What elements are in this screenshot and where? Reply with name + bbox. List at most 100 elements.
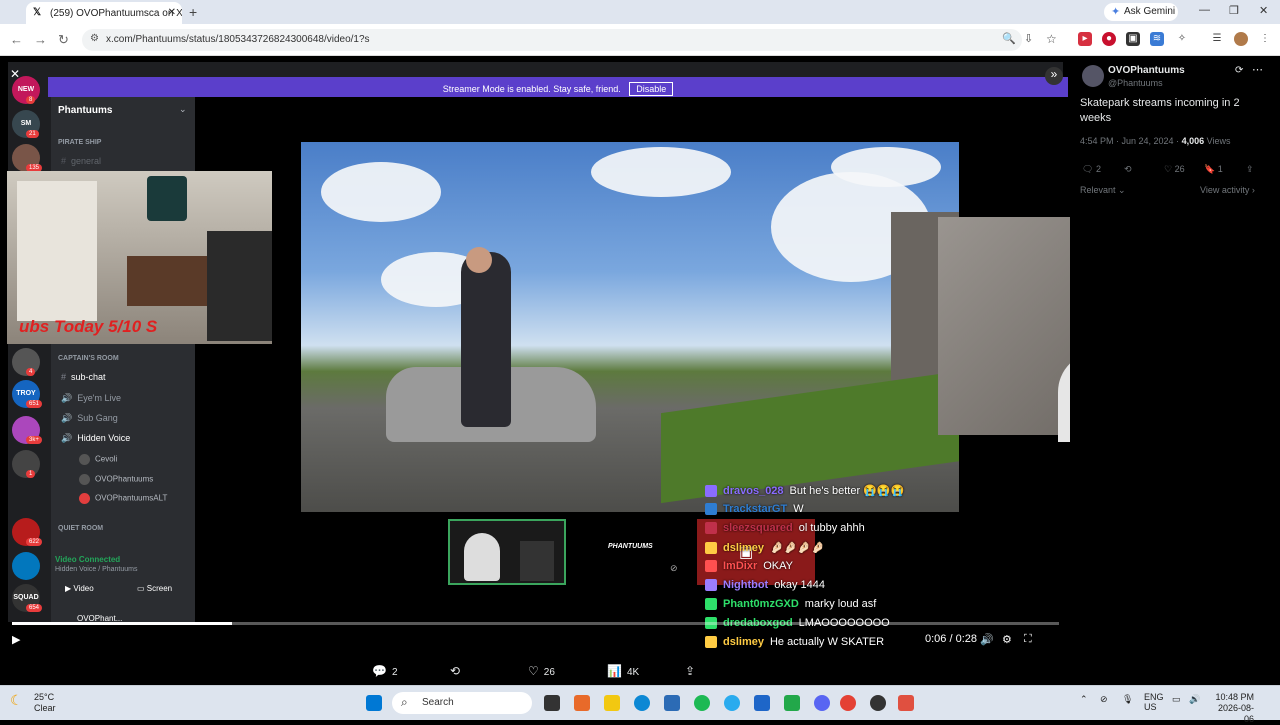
participant-thumbnail[interactable]: [448, 519, 566, 585]
play-icon[interactable]: ▶: [12, 633, 20, 646]
language-indicator[interactable]: ENG US: [1144, 692, 1164, 712]
menu-icon[interactable]: ⋮: [1258, 32, 1272, 46]
category-captain[interactable]: CAPTAIN'S ROOM: [58, 355, 119, 362]
expand-icon[interactable]: »: [1045, 67, 1063, 85]
taskbar-search[interactable]: ⌕ Search: [392, 692, 532, 714]
extension-icon[interactable]: ▣: [1126, 32, 1140, 46]
close-window-icon[interactable]: ✕: [1259, 4, 1268, 17]
speaker-icon[interactable]: 🔊: [1189, 694, 1200, 705]
grok-icon[interactable]: ⟳: [1235, 65, 1243, 76]
voice-user[interactable]: OVOPhantuumsALT: [79, 493, 167, 504]
video-progress-bar[interactable]: [12, 622, 1059, 625]
extensions-puzzle-icon[interactable]: ✧: [1175, 32, 1189, 46]
share-button[interactable]: ⇪: [685, 664, 700, 678]
chat-username[interactable]: Phant0mzGXD: [723, 598, 799, 610]
server-icon[interactable]: [12, 552, 40, 580]
sort-dropdown[interactable]: Relevant ⌄: [1080, 185, 1126, 196]
ask-gemini-button[interactable]: ✦ Ask Gemini: [1104, 3, 1178, 21]
views-button[interactable]: 📊 4K: [607, 664, 639, 678]
chevron-up-icon[interactable]: ⌃: [1080, 694, 1088, 705]
maximize-icon[interactable]: ❐: [1229, 4, 1239, 17]
chat-username[interactable]: dslimey: [723, 542, 764, 554]
channel-subgang[interactable]: 🔊 Sub Gang: [61, 413, 118, 424]
fullscreen-icon[interactable]: ⛶: [1024, 633, 1032, 646]
url-field[interactable]: ⚙ x.com/Phantuums/status/180534372682430…: [82, 29, 1022, 51]
repost-icon[interactable]: ⟲: [1124, 164, 1132, 175]
site-info-icon[interactable]: ⚙: [90, 33, 99, 44]
spotify-icon[interactable]: [694, 695, 710, 711]
display-icon[interactable]: ▭: [1172, 694, 1181, 705]
bookmark-star-icon[interactable]: ☆: [1046, 32, 1057, 46]
forward-icon[interactable]: →: [34, 32, 47, 47]
disable-button[interactable]: Disable: [629, 82, 674, 96]
chat-username[interactable]: dslimey: [723, 636, 764, 648]
avatar[interactable]: [1082, 65, 1104, 87]
category-quiet[interactable]: QUIET ROOM: [58, 525, 103, 532]
extension-icon[interactable]: ●: [1102, 32, 1116, 46]
channel-eyemlive[interactable]: 🔊 Eye'm Live: [61, 393, 121, 404]
like-count[interactable]: ♡ 26: [1164, 164, 1185, 175]
minimize-icon[interactable]: —: [1199, 4, 1210, 16]
reply-button[interactable]: 💬 2: [372, 664, 398, 678]
tweet-text: Skatepark streams incoming in 2 weeks: [1080, 97, 1240, 124]
chrome-icon[interactable]: [840, 695, 856, 711]
view-activity-link[interactable]: View activity ›: [1200, 185, 1255, 195]
tweet-author-handle[interactable]: @Phantuums: [1108, 78, 1163, 88]
app-icon[interactable]: [664, 695, 680, 711]
network-icon[interactable]: ⊘: [1100, 694, 1108, 705]
mic-icon[interactable]: 🎙: [1122, 694, 1133, 705]
chat-username[interactable]: dravos_028: [723, 485, 784, 497]
extension-icon[interactable]: ≋: [1150, 32, 1164, 46]
zoom-icon[interactable]: 🔍: [1002, 32, 1016, 45]
chat-username[interactable]: sleezsquared: [723, 522, 793, 534]
extension-icon[interactable]: ▸: [1078, 32, 1092, 46]
tweet-author-name[interactable]: OVOPhantuums: [1108, 65, 1185, 76]
channel-subchat[interactable]: # sub-chat: [61, 372, 106, 382]
discord-icon[interactable]: [814, 695, 830, 711]
app-icon[interactable]: [870, 695, 886, 711]
channel-hidden-voice[interactable]: 🔊 Hidden Voice: [61, 433, 130, 444]
app-icon[interactable]: [754, 695, 770, 711]
video-button[interactable]: ▶ Video: [65, 584, 94, 593]
reply-count[interactable]: 🗨 2: [1082, 164, 1101, 175]
telegram-icon[interactable]: [724, 695, 740, 711]
voice-user[interactable]: OVOPhantuums: [79, 474, 153, 485]
more-icon[interactable]: ⋯: [1252, 63, 1263, 76]
volume-icon[interactable]: 🔊: [980, 633, 994, 646]
chat-username[interactable]: TrackstarGT: [723, 503, 787, 515]
bookmark-count[interactable]: 🔖 1: [1204, 164, 1223, 175]
reading-list-icon[interactable]: ☰: [1210, 32, 1224, 46]
server-name[interactable]: Phantuums: [58, 105, 112, 116]
profile-avatar[interactable]: [1234, 32, 1248, 46]
like-button[interactable]: ♡ 26: [528, 664, 555, 678]
share-icon[interactable]: ⇪: [1246, 164, 1254, 175]
start-icon[interactable]: [366, 695, 382, 711]
video-player[interactable]: Streamer Mode is enabled. Stay safe, fri…: [0, 57, 1070, 685]
chevron-down-icon[interactable]: ⌄: [179, 104, 187, 115]
reload-icon[interactable]: ↻: [58, 32, 69, 48]
chat-username[interactable]: ImDixr: [723, 560, 757, 572]
app-icon[interactable]: [784, 695, 800, 711]
file-explorer-icon[interactable]: [604, 695, 620, 711]
back-icon[interactable]: ←: [10, 32, 23, 47]
task-view-icon[interactable]: [544, 695, 560, 711]
screen-button[interactable]: ▭ Screen: [137, 584, 172, 593]
chat-username[interactable]: Nightbot: [723, 579, 768, 591]
install-icon[interactable]: ⇩: [1024, 32, 1033, 45]
clock[interactable]: 10:48 PM 2026-08-06: [1214, 692, 1254, 725]
weather-widget[interactable]: ☾ 25°C Clear: [10, 692, 56, 714]
app-icon[interactable]: [898, 695, 914, 711]
participant-thumbnail[interactable]: PHANTUUMS ⊘: [572, 519, 690, 585]
edge-icon[interactable]: [634, 695, 650, 711]
close-video-icon[interactable]: ✕: [10, 67, 20, 81]
browser-tab[interactable]: 𝕏 (259) OVOPhantuumsca on X: "S ✕: [26, 2, 182, 24]
new-tab-button[interactable]: +: [189, 4, 197, 20]
settings-icon[interactable]: ⚙: [1002, 633, 1012, 646]
close-tab-icon[interactable]: ✕: [168, 7, 176, 18]
voice-user[interactable]: Cevoli: [79, 454, 117, 465]
repost-button[interactable]: ⟲: [450, 664, 465, 678]
channel-general[interactable]: # general: [61, 156, 101, 166]
app-icon[interactable]: [574, 695, 590, 711]
category-pirate[interactable]: PIRATE SHIP: [58, 139, 101, 146]
badge: 622: [26, 538, 43, 546]
